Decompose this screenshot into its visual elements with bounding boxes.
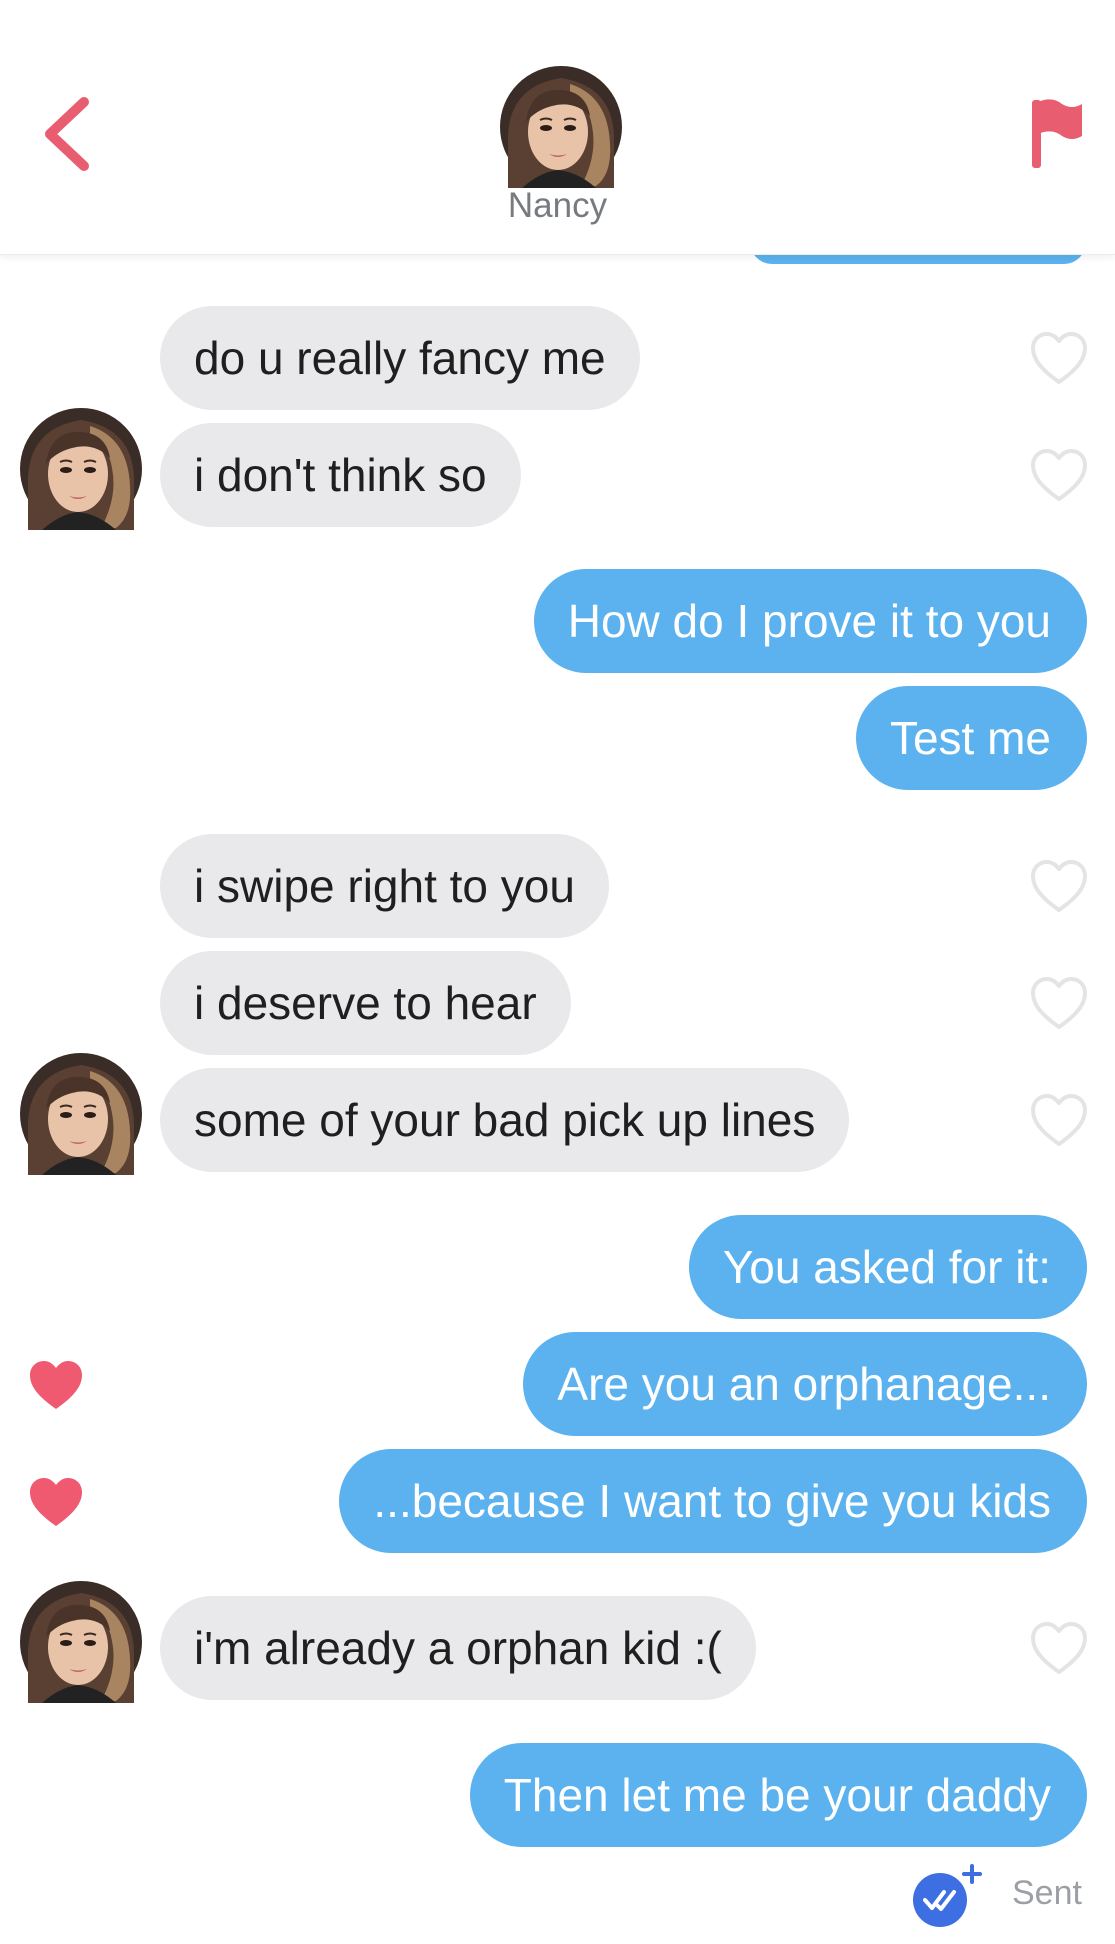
contact-name[interactable]: Nancy xyxy=(0,186,1115,226)
outgoing-message[interactable]: How do I prove it to you xyxy=(533,569,1087,673)
chevron-left-icon xyxy=(45,97,89,171)
incoming-message[interactable]: i swipe right to you xyxy=(160,834,609,938)
incoming-message[interactable]: i deserve to hear xyxy=(160,951,571,1055)
incoming-message[interactable]: some of your bad pick up lines xyxy=(160,1068,850,1172)
contact-avatar-small[interactable] xyxy=(20,1053,142,1175)
liked-heart-icon[interactable] xyxy=(26,1357,86,1413)
like-heart-icon[interactable] xyxy=(1029,975,1089,1031)
contact-avatar-small[interactable] xyxy=(20,1581,142,1703)
like-heart-icon[interactable] xyxy=(1029,330,1089,386)
double-check-icon xyxy=(913,1864,982,1927)
liked-heart-icon[interactable] xyxy=(26,1474,86,1530)
flag-icon xyxy=(1032,99,1082,168)
avatar-photo xyxy=(500,66,622,188)
contact-avatar-small[interactable] xyxy=(20,408,142,530)
contact-avatar[interactable] xyxy=(500,66,622,188)
like-heart-icon[interactable] xyxy=(1029,1620,1089,1676)
outgoing-message[interactable]: Then let me be your daddy xyxy=(469,1743,1087,1847)
like-heart-icon[interactable] xyxy=(1029,1092,1089,1148)
like-heart-icon[interactable] xyxy=(1029,858,1089,914)
like-heart-icon[interactable] xyxy=(1029,447,1089,503)
incoming-message[interactable]: i don't think so xyxy=(160,423,521,527)
report-button[interactable] xyxy=(1024,96,1084,170)
incoming-message[interactable]: do u really fancy me xyxy=(160,306,640,410)
chat-header: Nancy xyxy=(0,0,1115,255)
back-button[interactable] xyxy=(38,92,98,176)
incoming-message[interactable]: i'm already a orphan kid :( xyxy=(160,1596,756,1700)
outgoing-message[interactable]: ...because I want to give you kids xyxy=(339,1449,1087,1553)
outgoing-message[interactable]: You asked for it: xyxy=(688,1215,1087,1319)
outgoing-message[interactable]: Are you an orphanage... xyxy=(523,1332,1087,1436)
sent-status: Sent xyxy=(1012,1874,1082,1912)
outgoing-message[interactable]: Test me xyxy=(855,686,1087,790)
